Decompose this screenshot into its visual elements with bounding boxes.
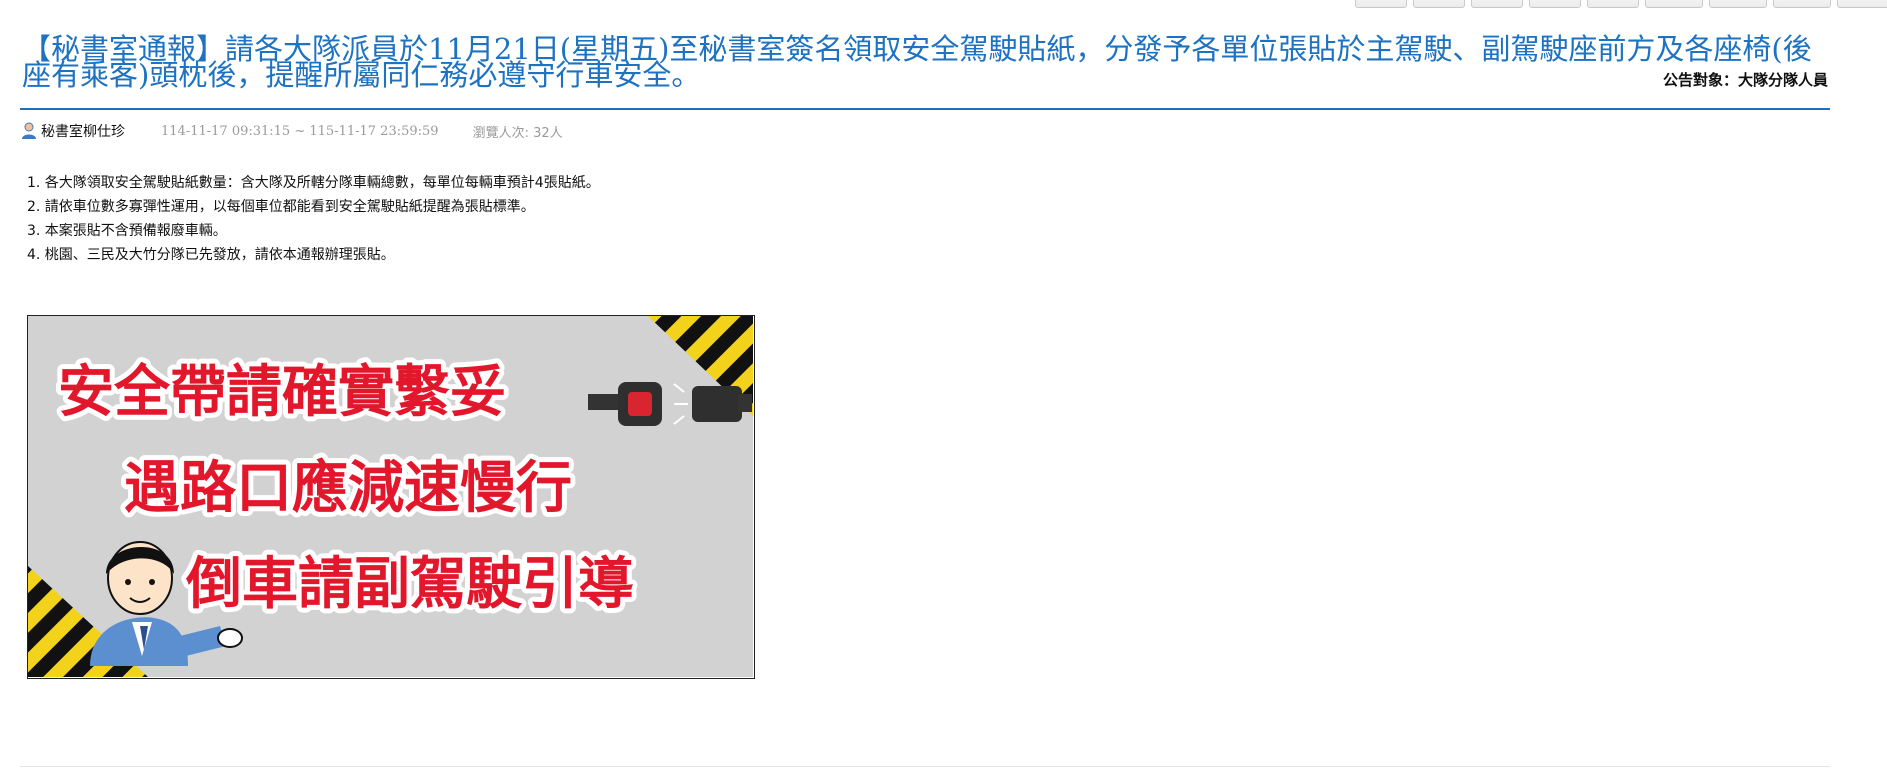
toolbar-button[interactable]: [1645, 0, 1703, 8]
publish-period: 114-11-17 09:31:15 ~ 115-11-17 23:59:59: [161, 123, 439, 139]
author-name: 秘書室柳仕珍: [41, 124, 125, 140]
list-item: 3. 本案張貼不含預備報廢車輛。: [27, 223, 227, 239]
print-button[interactable]: [1709, 0, 1767, 8]
title-divider: [20, 108, 1830, 110]
list-item: 2. 請依車位數多寡彈性運用，以每個車位都能看到安全駕駛貼紙提醒為張貼標準。: [27, 199, 535, 215]
toolbar: [1355, 0, 1887, 10]
banner-line-2: 遇路口應減速慢行: [124, 456, 572, 521]
announcement-meta: 秘書室柳仕珍 114-11-17 09:31:15 ~ 115-11-17 23…: [21, 120, 563, 142]
audience-label: 公告對象：大隊分隊人員: [1662, 71, 1828, 89]
toolbar-button[interactable]: [1355, 0, 1407, 8]
announcement-title: 【秘書室通報】請各大隊派員於11月21日(星期五)至秘書室簽名領取安全駕駛貼紙，…: [22, 32, 1812, 92]
user-icon: [22, 122, 36, 139]
banner-line-1: 安全帶請確實繫妥: [58, 360, 506, 425]
toolbar-button[interactable]: [1529, 0, 1581, 8]
safety-banner-image: 安全帶請確實繫妥 遇路口應減速慢行 倒車請副駕駛引導: [27, 315, 755, 679]
list-item: 4. 桃園、三民及大竹分隊已先發放，請依本通報辦理張貼。: [27, 247, 395, 263]
list-item: 1. 各大隊領取安全駕駛貼紙數量：含大隊及所轄分隊車輛總數，每單位每輛車預計4張…: [27, 175, 600, 191]
more-button[interactable]: [1837, 0, 1887, 8]
toolbar-button[interactable]: [1587, 0, 1639, 8]
footer-divider: [20, 766, 1830, 767]
toolbar-button[interactable]: [1413, 0, 1465, 8]
announcement-items: 1. 各大隊領取安全駕駛貼紙數量：含大隊及所轄分隊車輛總數，每單位每輛車預計4張…: [27, 171, 600, 267]
copy-button[interactable]: [1773, 0, 1831, 8]
banner-line-3: 倒車請副駕駛引導: [185, 552, 634, 617]
toolbar-button[interactable]: [1471, 0, 1523, 8]
view-count: 瀏覽人次: 32人: [472, 125, 563, 141]
